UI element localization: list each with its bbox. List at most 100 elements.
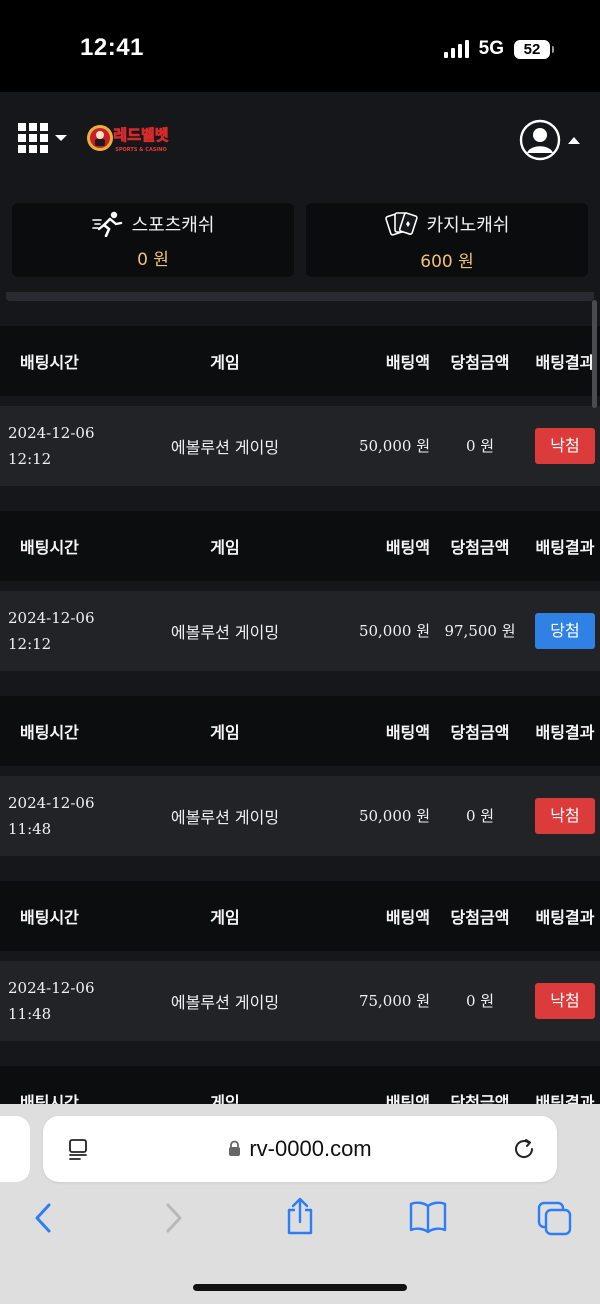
browser-chrome: rv-0000.com — [0, 1104, 600, 1304]
bet-game: 에볼루션 게이밍 — [170, 623, 280, 642]
header-bet-amount: 배팅액 — [385, 353, 430, 372]
site-logo[interactable]: 레드벨벳 SPORTS & CASINO — [86, 120, 178, 156]
top-navbar: 레드벨벳 SPORTS & CASINO — [0, 92, 600, 188]
signal-icon — [443, 40, 469, 58]
win-amount: 0 원 — [465, 437, 495, 455]
header-game: 게임 — [210, 538, 240, 557]
header-bet-time: 배팅시간 — [20, 908, 79, 927]
header-bet-time: 배팅시간 — [20, 723, 79, 742]
menu-button[interactable] — [18, 123, 67, 153]
table-header-row: 배팅시간 게임 배팅액 당첨금액 배팅결과 — [0, 326, 600, 396]
bet-date: 2024-12-06 — [8, 424, 95, 442]
runner-icon — [91, 211, 122, 237]
bet-datetime: 2024-12-06 12:12 — [0, 605, 104, 657]
bet-date: 2024-12-06 — [8, 979, 95, 997]
result-badge-win: 당첨 — [535, 613, 595, 649]
home-indicator — [193, 1284, 407, 1291]
bet-game: 에볼루션 게이밍 — [170, 438, 280, 457]
header-bet-amount: 배팅액 — [385, 1093, 430, 1104]
app-view: 레드벨벳 SPORTS & CASINO 스포츠캐쉬 0 원 카지노캐쉬 600… — [0, 92, 600, 1104]
wallet-casino-amount: 600 원 — [420, 251, 474, 272]
chevron-up-icon — [568, 136, 580, 144]
header-bet-time: 배팅시간 — [20, 353, 79, 372]
bet-datetime: 2024-12-06 12:12 — [0, 420, 104, 472]
url-display: rv-0000.com — [43, 1136, 557, 1162]
address-bar[interactable]: rv-0000.com — [43, 1116, 557, 1182]
chevron-down-icon — [55, 135, 67, 141]
battery-icon: 52 — [514, 39, 554, 59]
header-bet-amount: 배팅액 — [385, 908, 430, 927]
header-bet-result: 배팅결과 — [535, 353, 595, 372]
header-bet-result: 배팅결과 — [535, 538, 595, 557]
user-menu-button[interactable] — [519, 119, 580, 161]
bet-record: 배팅시간 게임 배팅액 당첨금액 배팅결과 2024-12-06 11:48 에… — [0, 696, 600, 856]
bet-amount: 75,000 원 — [358, 992, 430, 1010]
header-win-amount: 당첨금액 — [450, 908, 510, 927]
header-game: 게임 — [210, 908, 240, 927]
bet-history-list[interactable]: 배팅시간 게임 배팅액 당첨금액 배팅결과 2024-12-06 12:12 에… — [0, 292, 600, 1104]
reload-icon[interactable] — [511, 1136, 537, 1162]
result-badge-lose: 낙첨 — [535, 428, 595, 464]
header-game: 게임 — [210, 1093, 240, 1104]
grid-menu-icon — [18, 123, 48, 153]
header-win-amount: 당첨금액 — [450, 1093, 510, 1104]
tabs-icon[interactable] — [536, 1200, 574, 1238]
wallet-sports-amount: 0 원 — [137, 249, 169, 270]
header-bet-amount: 배팅액 — [385, 723, 430, 742]
previous-tab[interactable] — [0, 1116, 30, 1182]
header-win-amount: 당첨금액 — [450, 723, 510, 742]
bet-date: 2024-12-06 — [8, 794, 95, 812]
browser-toolbar — [0, 1197, 600, 1248]
back-arrow-icon[interactable] — [30, 1200, 56, 1236]
table-header-row: 배팅시간 게임 배팅액 당첨금액 배팅결과 — [0, 881, 600, 951]
network-label: 5G — [478, 38, 504, 59]
bet-amount: 50,000 원 — [358, 807, 430, 825]
table-row[interactable]: 2024-12-06 12:12 에볼루션 게이밍 50,000 원 0 원 낙… — [0, 406, 600, 486]
table-row[interactable]: 2024-12-06 11:48 에볼루션 게이밍 50,000 원 0 원 낙… — [0, 776, 600, 856]
bet-record: 배팅시간 게임 배팅액 당첨금액 배팅결과 — [0, 1066, 600, 1104]
table-row[interactable]: 2024-12-06 11:48 에볼루션 게이밍 75,000 원 0 원 낙… — [0, 961, 600, 1041]
bet-record: 배팅시간 게임 배팅액 당첨금액 배팅결과 2024-12-06 12:12 에… — [0, 326, 600, 486]
scrollbar[interactable] — [592, 300, 597, 408]
bet-record: 배팅시간 게임 배팅액 당첨금액 배팅결과 2024-12-06 11:48 에… — [0, 881, 600, 1041]
header-bet-result: 배팅결과 — [535, 723, 595, 742]
status-indicators: 5G 52 — [443, 38, 554, 60]
bet-time: 12:12 — [8, 635, 52, 653]
header-bet-time: 배팅시간 — [20, 1093, 79, 1104]
header-win-amount: 당첨금액 — [450, 353, 510, 372]
result-badge-lose: 낙첨 — [535, 983, 595, 1019]
bet-datetime: 2024-12-06 11:48 — [0, 790, 104, 842]
bet-amount: 50,000 원 — [358, 622, 430, 640]
bet-game: 에볼루션 게이밍 — [170, 993, 280, 1012]
wallet-sports-cash[interactable]: 스포츠캐쉬 0 원 — [12, 203, 294, 277]
header-bet-result: 배팅결과 — [535, 908, 595, 927]
win-amount: 97,500 원 — [444, 622, 516, 640]
bet-game: 에볼루션 게이밍 — [170, 808, 280, 827]
header-bet-amount: 배팅액 — [385, 538, 430, 557]
logo-subtext: SPORTS & CASINO — [115, 147, 166, 153]
bet-record: 배팅시간 게임 배팅액 당첨금액 배팅결과 2024-12-06 12:12 에… — [0, 511, 600, 671]
header-bet-result: 배팅결과 — [535, 1093, 595, 1104]
bet-date: 2024-12-06 — [8, 609, 95, 627]
user-avatar-icon — [519, 119, 561, 161]
url-text: rv-0000.com — [249, 1136, 372, 1161]
bet-amount: 50,000 원 — [358, 437, 430, 455]
wallet-casino-title: 카지노캐쉬 — [426, 214, 510, 236]
header-game: 게임 — [210, 353, 240, 372]
list-top-edge — [6, 292, 594, 301]
win-amount: 0 원 — [465, 992, 495, 1010]
forward-arrow-icon[interactable] — [161, 1200, 187, 1236]
win-amount: 0 원 — [465, 807, 495, 825]
bet-time: 12:12 — [8, 450, 52, 468]
bet-datetime: 2024-12-06 11:48 — [0, 975, 104, 1027]
share-icon[interactable] — [284, 1196, 316, 1236]
lock-icon — [229, 1140, 241, 1156]
status-bar: 12:41 5G 52 — [0, 0, 600, 92]
bet-time: 11:48 — [8, 820, 52, 838]
table-row[interactable]: 2024-12-06 12:12 에볼루션 게이밍 50,000 원 97,50… — [0, 591, 600, 671]
wallet-casino-cash[interactable]: 카지노캐쉬 600 원 — [306, 203, 588, 277]
header-win-amount: 당첨금액 — [450, 538, 510, 557]
bookmarks-icon[interactable] — [408, 1200, 448, 1234]
wallet-sports-title: 스포츠캐쉬 — [131, 214, 215, 236]
status-time: 12:41 — [80, 34, 144, 61]
